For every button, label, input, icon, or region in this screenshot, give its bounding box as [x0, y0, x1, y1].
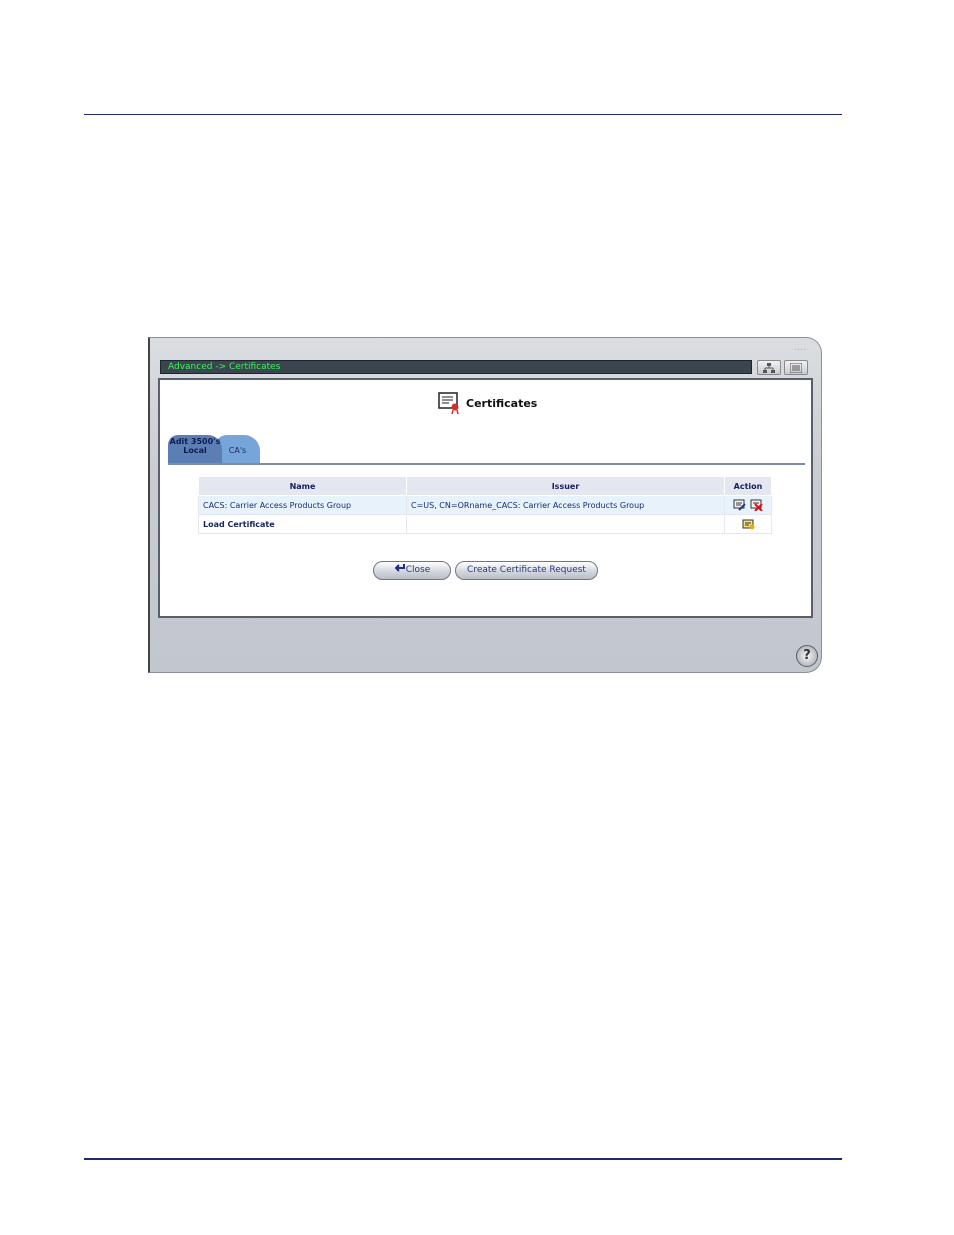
- certificates-table: Name Issuer Action CACS: Carrier Access …: [198, 476, 772, 534]
- table-header-row: Name Issuer Action: [198, 476, 772, 496]
- tab-local[interactable]: Adit 3500's Local: [168, 435, 222, 463]
- tab-divider: [168, 463, 805, 465]
- close-button[interactable]: Close: [373, 561, 451, 580]
- content-panel: Certificates CA's Adit 3500's Local Name…: [158, 378, 813, 618]
- list-view-button[interactable]: [784, 360, 808, 375]
- action-cell: [724, 514, 772, 534]
- close-button-label: Close: [405, 565, 431, 575]
- edit-icon[interactable]: [733, 499, 746, 511]
- cert-issuer-cell: C=US, CN=ORname_CACS: Carrier Access Pro…: [406, 495, 725, 515]
- return-arrow-icon: [394, 562, 406, 579]
- action-cell: [724, 495, 772, 515]
- table-row: Load Certificate: [198, 514, 772, 534]
- window-grip[interactable]: ....: [794, 344, 807, 352]
- list-icon: [790, 363, 802, 373]
- delete-icon[interactable]: [750, 499, 763, 511]
- network-map-button[interactable]: [757, 360, 781, 375]
- certificate-icon: [438, 392, 459, 414]
- page-title: Certificates: [466, 397, 538, 410]
- help-icon[interactable]: ?: [796, 645, 818, 667]
- cert-issuer-cell: [406, 514, 725, 534]
- table-row: CACS: Carrier Access Products Group C=US…: [198, 495, 772, 515]
- load-icon[interactable]: [742, 519, 755, 530]
- bottom-rule: [84, 1158, 842, 1160]
- cert-name-cell: CACS: Carrier Access Products Group: [198, 495, 407, 515]
- column-header-action: Action: [724, 476, 772, 496]
- breadcrumb: Advanced -> Certificates: [160, 360, 752, 374]
- network-icon: [763, 363, 775, 373]
- tab-bar: CA's Adit 3500's Local: [168, 435, 805, 465]
- column-header-name: Name: [198, 476, 407, 496]
- top-rule: [84, 114, 842, 115]
- certificates-window: .... Advanced -> Certificates Certificat…: [148, 337, 822, 673]
- create-certificate-request-button[interactable]: Create Certificate Request: [455, 561, 598, 580]
- load-certificate-link[interactable]: Load Certificate: [198, 514, 407, 534]
- column-header-issuer: Issuer: [406, 476, 725, 496]
